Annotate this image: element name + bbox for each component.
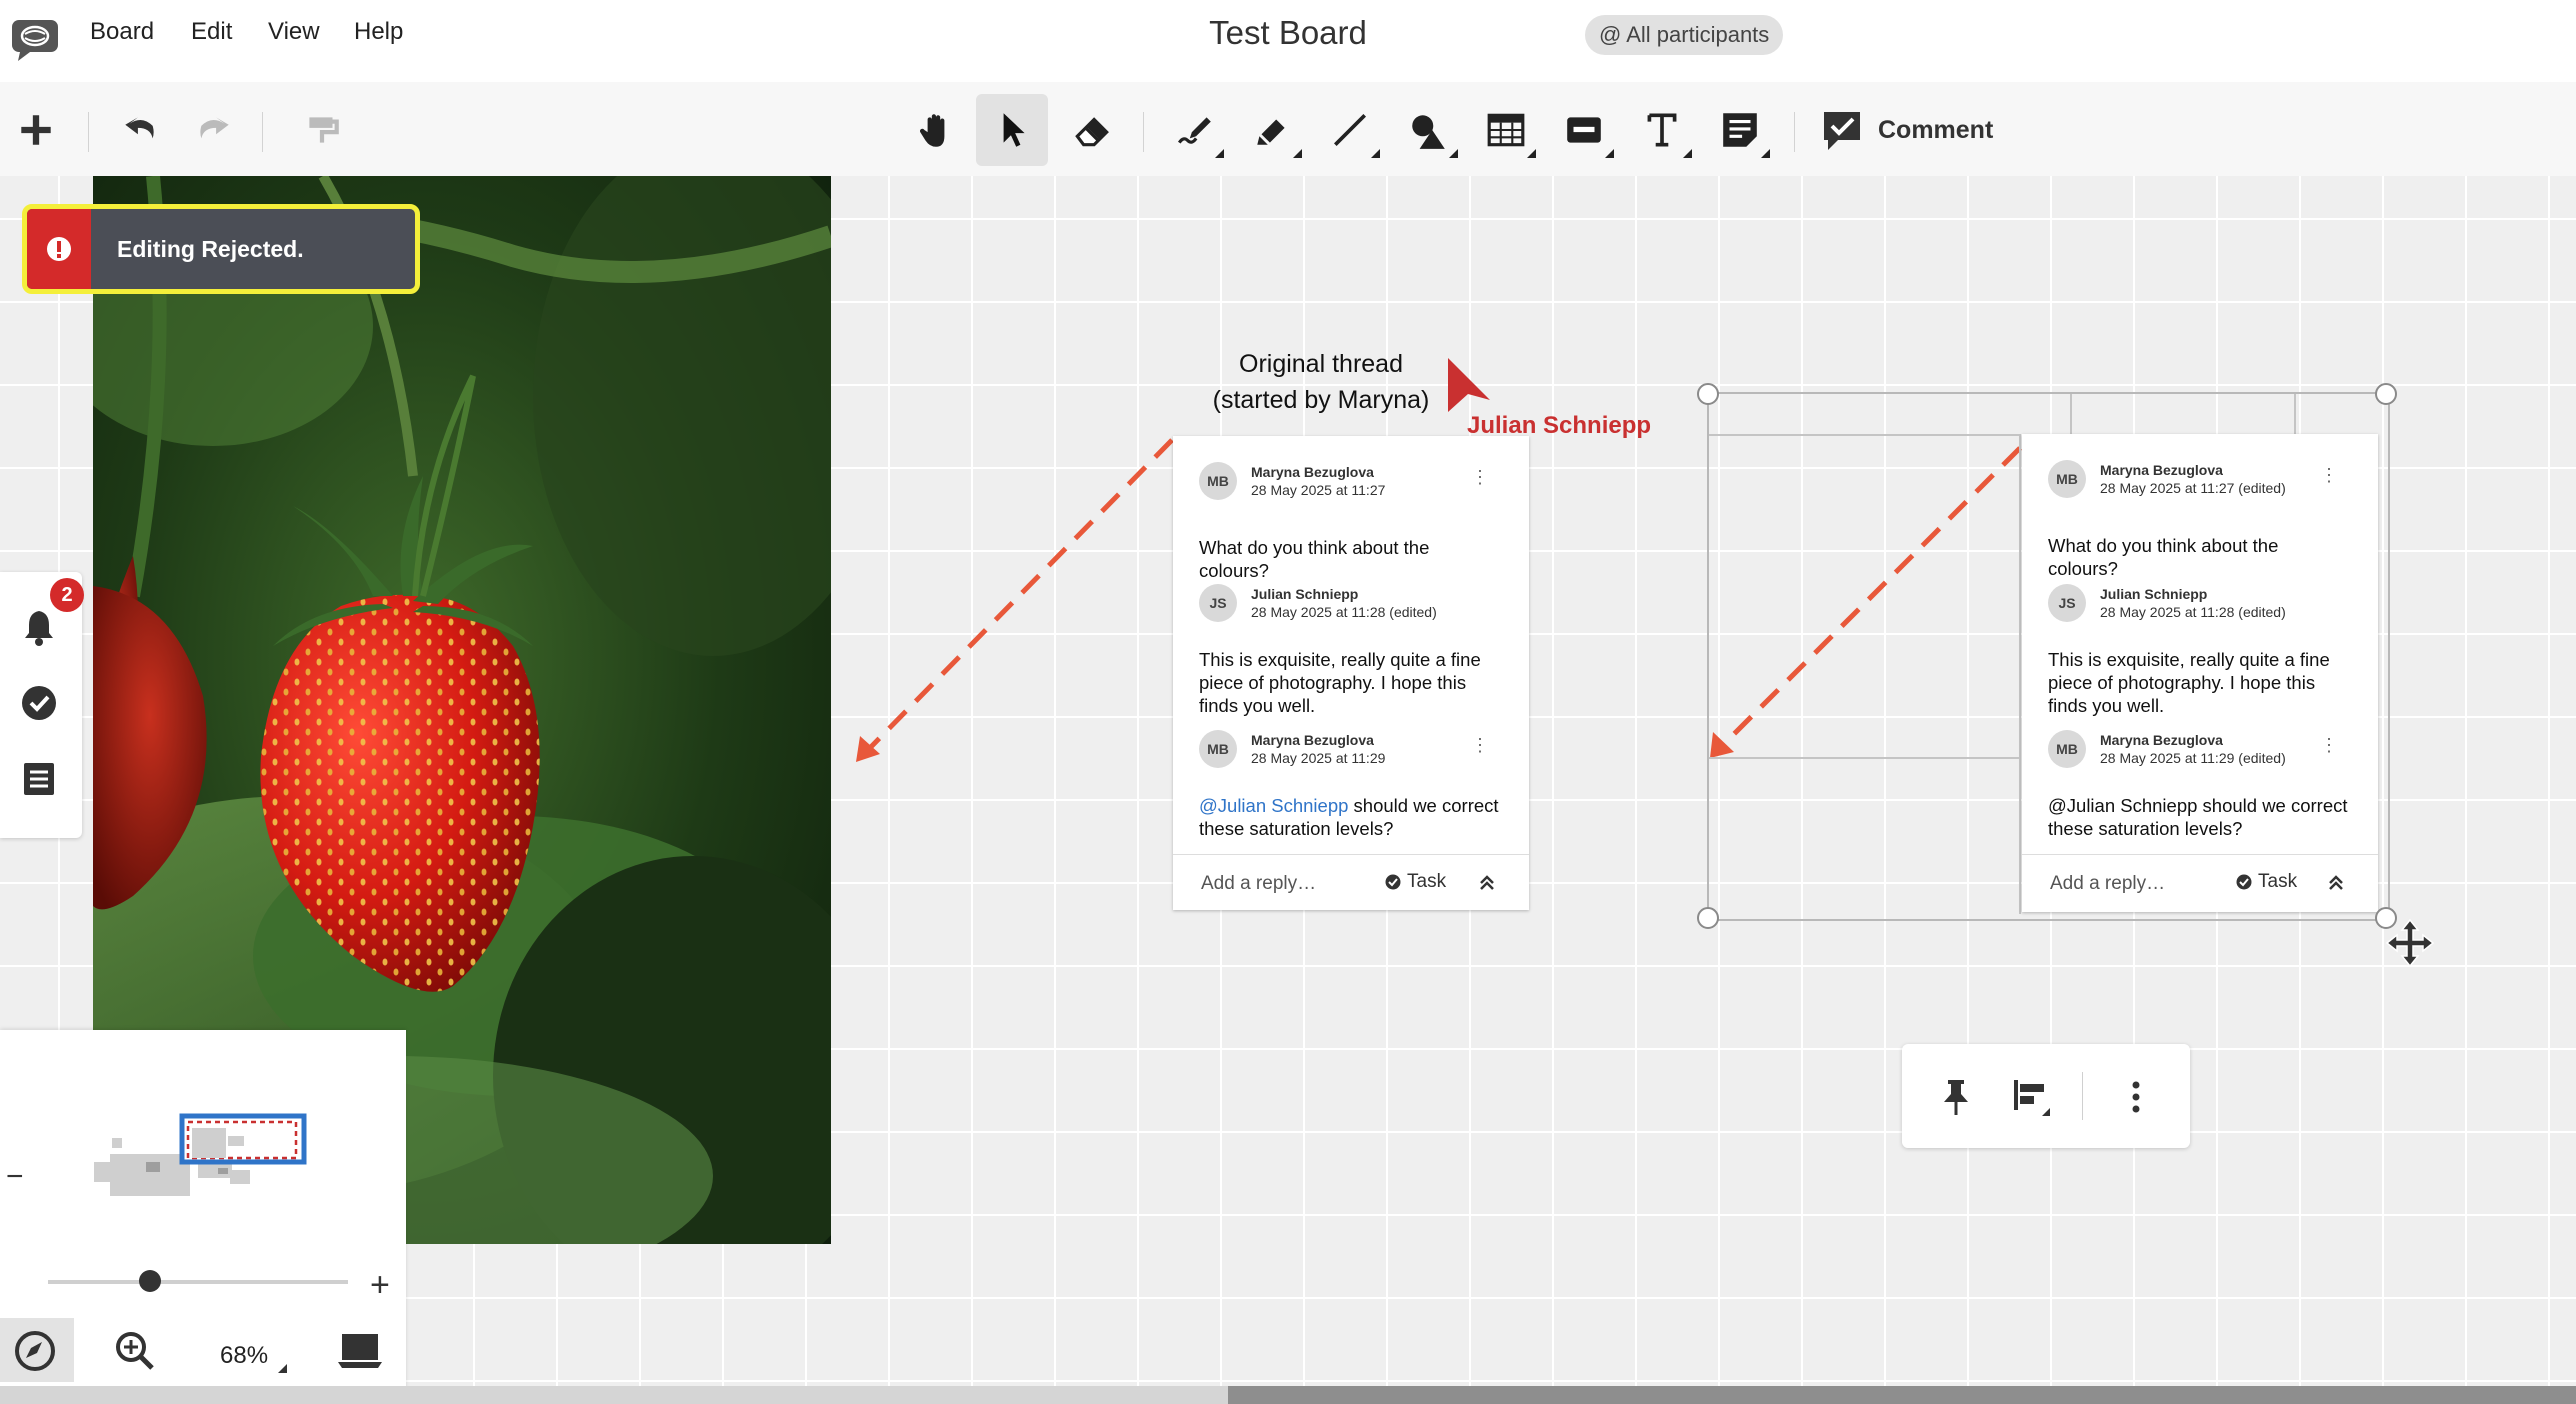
reply-bar: Add a reply… Task (2022, 854, 2378, 913)
comment-text: This is exquisite, really quite a fine p… (1199, 649, 1481, 716)
avatar: JS (2048, 584, 2086, 622)
align-icon[interactable] (2012, 1078, 2052, 1118)
avatar: MB (1199, 730, 1237, 768)
comment-item: MB Maryna Bezuglova 28 May 2025 at 11:27… (1173, 462, 1529, 581)
comment-timestamp: 28 May 2025 at 11:29 (1251, 750, 1386, 766)
task-label: Task (2258, 871, 2298, 892)
avatar: JS (1199, 584, 1237, 622)
zoom-in-button[interactable]: + (370, 1266, 390, 1305)
comment-author: Julian Schniepp (2100, 586, 2208, 602)
comment-text: @Julian Schniepp should we correct these… (1199, 794, 1499, 840)
minimap-panel: − + (0, 1030, 406, 1404)
reply-input[interactable]: Add a reply… (2050, 873, 2165, 895)
resize-handle-top-left[interactable] (1697, 383, 1719, 405)
comment-author: Maryna Bezuglova (2100, 732, 2223, 748)
comment-author: Maryna Bezuglova (1251, 732, 1374, 748)
collapse-icon[interactable] (2326, 873, 2346, 893)
avatar: MB (2048, 730, 2086, 768)
reply-bar: Add a reply… Task (1173, 854, 1529, 913)
comment-author: Maryna Bezuglova (1251, 464, 1374, 480)
zoom-out-button[interactable]: − (6, 1160, 24, 1194)
resize-handle-top-right[interactable] (2375, 383, 2397, 405)
comment-timestamp: 28 May 2025 at 11:27 (1251, 482, 1386, 498)
task-button[interactable]: Task (1385, 871, 1446, 893)
reply-input[interactable]: Add a reply… (1201, 873, 1316, 895)
comment-author: Maryna Bezuglova (2100, 462, 2223, 478)
comment-more-icon[interactable]: ⋮ (2320, 736, 2338, 754)
minimap-preview[interactable] (80, 1080, 320, 1240)
comment-timestamp: 28 May 2025 at 11:27 (edited) (2100, 480, 2286, 496)
collapse-icon[interactable] (1477, 873, 1497, 893)
object-toolbar (1902, 1044, 2190, 1148)
avatar: MB (2048, 460, 2086, 498)
zoom-slider-knob[interactable] (139, 1270, 161, 1292)
comment-more-icon[interactable]: ⋮ (1471, 736, 1489, 754)
horizontal-scrollbar-thumb[interactable] (1228, 1386, 2576, 1404)
zoom-fit-icon[interactable] (114, 1330, 156, 1372)
comment-text: @Julian Schniepp should we correct these… (2048, 795, 2348, 839)
comment-text: This is exquisite, really quite a fine p… (2048, 649, 2330, 716)
comment-text: What do you think about the colours? (1199, 537, 1430, 581)
pin-icon[interactable] (1938, 1078, 1974, 1116)
comment-item: JS Julian Schniepp 28 May 2025 at 11:28 … (2022, 584, 2378, 716)
zoom-level[interactable]: 68% (220, 1342, 268, 1370)
comment-timestamp: 28 May 2025 at 11:28 (edited) (2100, 604, 2286, 620)
compass-icon (15, 1331, 55, 1371)
check-circle-icon (1385, 874, 1401, 890)
more-vertical-icon[interactable] (2128, 1080, 2144, 1114)
comment-timestamp: 28 May 2025 at 11:29 (edited) (2100, 750, 2286, 766)
comment-thread-copy: MB Maryna Bezuglova 28 May 2025 at 11:27… (2022, 434, 2378, 912)
avatar: MB (1199, 462, 1237, 500)
presentation-icon[interactable] (336, 1332, 384, 1370)
comment-item: MB Maryna Bezuglova 28 May 2025 at 11:29… (2022, 730, 2378, 839)
mention-link[interactable]: @Julian Schniepp (1199, 795, 1348, 816)
compass-button[interactable] (0, 1318, 74, 1382)
move-icon[interactable] (2385, 918, 2435, 968)
task-button[interactable]: Task (2236, 871, 2297, 893)
comment-thread-original: MB Maryna Bezuglova 28 May 2025 at 11:27… (1173, 436, 1529, 910)
comment-item: MB Maryna Bezuglova 28 May 2025 at 11:29… (1173, 730, 1529, 839)
task-label: Task (1407, 871, 1447, 892)
comment-text: What do you think about the colours? (2048, 535, 2279, 579)
check-circle-icon (2236, 874, 2252, 890)
comment-more-icon[interactable]: ⋮ (1471, 468, 1489, 486)
comment-timestamp: 28 May 2025 at 11:28 (edited) (1251, 604, 1437, 620)
comment-author: Julian Schniepp (1251, 586, 1359, 602)
comment-item: MB Maryna Bezuglova 28 May 2025 at 11:27… (2022, 460, 2378, 579)
resize-handle-bottom-left[interactable] (1697, 907, 1719, 929)
comment-item: JS Julian Schniepp 28 May 2025 at 11:28 … (1173, 584, 1529, 716)
zoom-slider[interactable] (48, 1280, 348, 1284)
comment-more-icon[interactable]: ⋮ (2320, 466, 2338, 484)
